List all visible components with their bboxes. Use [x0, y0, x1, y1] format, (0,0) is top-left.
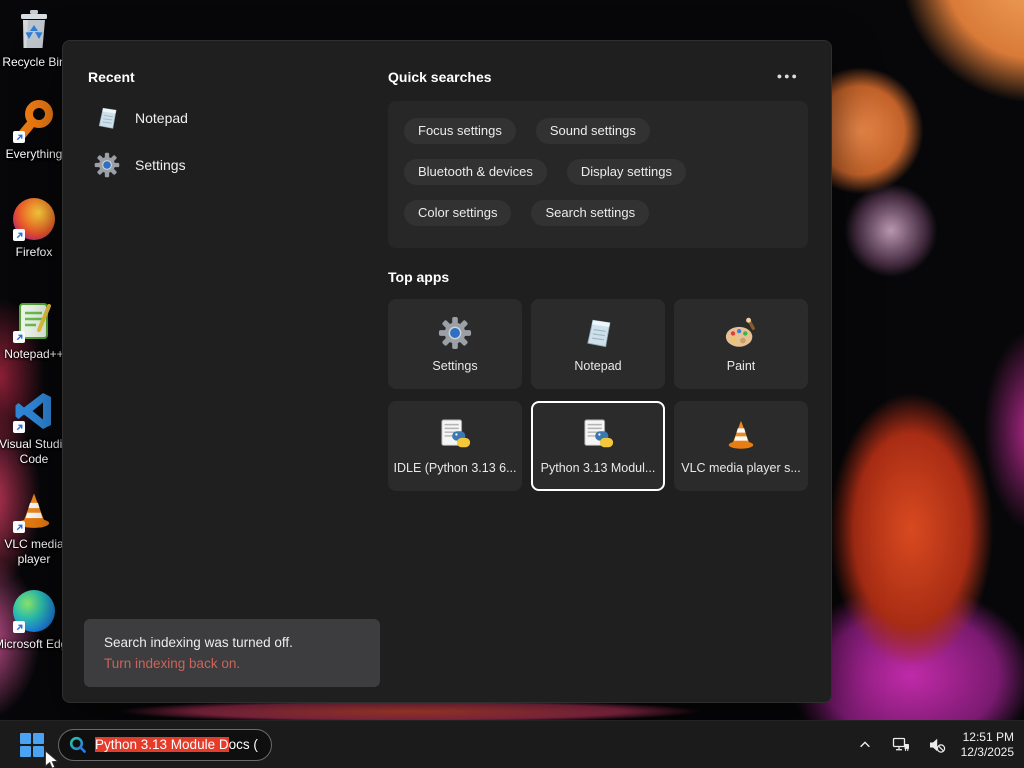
search-icon [69, 736, 86, 753]
notepad-icon [98, 107, 117, 129]
clock-date: 12/3/2025 [960, 744, 1014, 759]
desktop-icon-label: Notepad++ [4, 347, 64, 361]
desktop-icon-label: Recycle Bin [2, 55, 66, 69]
quick-search-pill[interactable]: Bluetooth & devices [404, 159, 547, 185]
shortcut-arrow-icon [13, 421, 25, 433]
ethernet-network-icon [892, 737, 909, 751]
vlc-icon [728, 420, 754, 449]
recent-item-label: Notepad [135, 110, 188, 126]
top-app-tile-python-module-docs[interactable]: Python 3.13 Modul... [531, 401, 665, 491]
quick-search-pill[interactable]: Search settings [531, 200, 650, 226]
top-apps-grid: Settings Notepad Paint IDLE (Python 3.13… [388, 299, 808, 491]
recent-item-settings[interactable]: Settings [88, 150, 194, 180]
network-tray-button[interactable] [889, 729, 913, 761]
top-app-label: Settings [432, 358, 478, 373]
taskbar: Python 3.13 Module Docs (12:51 PM 12/3/… [0, 720, 1024, 768]
top-app-label: Notepad [574, 358, 622, 373]
windows-logo-icon [20, 732, 44, 757]
python-doc-icon [584, 418, 614, 447]
clock-time: 12:51 PM [962, 729, 1014, 744]
start-button[interactable] [12, 725, 52, 765]
quick-search-pill[interactable]: Color settings [404, 200, 512, 226]
edge-icon [11, 588, 57, 634]
tray-overflow-button[interactable] [853, 729, 877, 761]
quick-search-pill[interactable]: Focus settings [404, 118, 516, 144]
firefox-icon [11, 196, 57, 242]
indexing-notice-link[interactable]: Turn indexing back on. [104, 653, 360, 674]
top-app-tile-settings[interactable]: Settings [388, 299, 522, 389]
volume-tray-button[interactable] [925, 729, 949, 761]
settings-gear-icon [94, 152, 120, 178]
python-doc-icon [441, 418, 471, 447]
indexing-notice-message: Search indexing was turned off. [104, 635, 293, 650]
top-app-label: IDLE (Python 3.13 6... [393, 460, 517, 475]
recent-list: Notepad Settings [88, 103, 194, 180]
quick-searches-card: Focus settings Sound settings Bluetooth … [388, 101, 808, 248]
recent-item-label: Settings [135, 157, 186, 173]
desktop-icon-label: Everything [5, 147, 63, 161]
shortcut-arrow-icon [13, 521, 25, 533]
paint-icon [725, 317, 755, 347]
top-app-label: Python 3.13 Modul... [540, 460, 656, 475]
vscode-icon [11, 388, 57, 434]
notepad-icon [587, 319, 611, 347]
quick-search-pill[interactable]: Display settings [566, 159, 686, 185]
desktop-icon-label: Firefox [15, 245, 53, 259]
search-query-selected-text: Python 3.13 Module D [95, 737, 229, 752]
taskbar-search-input[interactable]: Python 3.13 Module Docs ( [58, 728, 272, 761]
top-apps-title: Top apps [388, 269, 450, 285]
more-options-button[interactable]: ●●● [777, 71, 799, 81]
search-flyout-panel: Recent Notepad Settings Quick searches ●… [62, 40, 832, 703]
top-app-tile-vlc[interactable]: VLC media player s... [674, 401, 808, 491]
quick-search-pill[interactable]: Sound settings [535, 118, 650, 144]
top-app-tile-idle[interactable]: IDLE (Python 3.13 6... [388, 401, 522, 491]
recent-section-title: Recent [88, 69, 135, 85]
top-app-tile-paint[interactable]: Paint [674, 299, 808, 389]
shortcut-arrow-icon [13, 131, 25, 143]
quick-searches-title: Quick searches [388, 69, 492, 85]
taskbar-clock[interactable]: 12:51 PM 12/3/2025 [961, 730, 1014, 760]
shortcut-arrow-icon [13, 621, 25, 633]
desktop: { "colors": { "panel_bg": "#1f1f1f", "ca… [0, 0, 1024, 768]
notepadpp-icon [11, 298, 57, 344]
top-app-label: Paint [726, 358, 756, 373]
settings-gear-icon [438, 316, 472, 349]
everything-icon [11, 98, 57, 144]
top-app-tile-notepad[interactable]: Notepad [531, 299, 665, 389]
recycle-bin-icon [11, 6, 57, 52]
shortcut-arrow-icon [13, 331, 25, 343]
chevron-up-icon [859, 740, 870, 747]
search-query-rest-text: ocs ( [228, 737, 258, 752]
volume-muted-icon [929, 738, 945, 753]
recent-item-notepad[interactable]: Notepad [88, 103, 194, 133]
search-query-text: Python 3.13 Module Docs ( [95, 737, 258, 752]
system-tray: 12:51 PM 12/3/2025 [853, 729, 1024, 761]
top-app-label: VLC media player s... [681, 460, 801, 475]
indexing-notice: Search indexing was turned off. Turn ind… [84, 619, 380, 687]
vlc-icon [11, 488, 57, 534]
shortcut-arrow-icon [13, 229, 25, 241]
